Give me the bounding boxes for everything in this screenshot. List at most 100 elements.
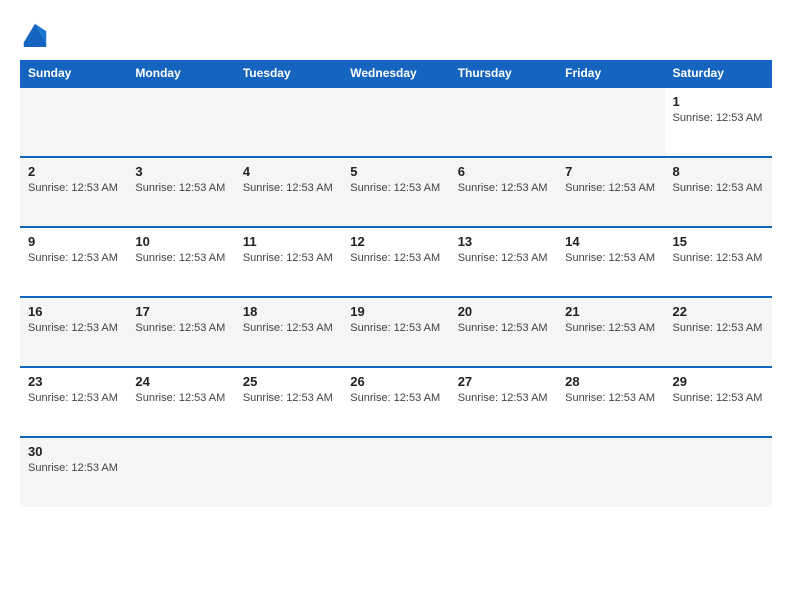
calendar-cell: 1 Sunrise: 12:53 AM (665, 87, 772, 157)
day-number: 7 (565, 164, 656, 179)
day-number: 23 (28, 374, 119, 389)
day-info: Sunrise: 12:53 AM (350, 322, 440, 334)
calendar-cell: 26 Sunrise: 12:53 AM (342, 367, 449, 437)
day-info: Sunrise: 12:53 AM (28, 462, 118, 474)
calendar-cell: 12 Sunrise: 12:53 AM (342, 227, 449, 297)
day-number: 30 (28, 444, 119, 459)
calendar-cell: 14 Sunrise: 12:53 AM (557, 227, 664, 297)
calendar-cell: 25Sunrise: 12:53 AM (235, 367, 342, 437)
day-number: 6 (458, 164, 549, 179)
day-info: Sunrise: 12:53 AM (565, 182, 655, 194)
weekday-header-sunday: Sunday (20, 60, 127, 87)
calendar-cell: 3 Sunrise: 12:53 AM (127, 157, 234, 227)
calendar-cell: 18 Sunrise: 12:53 AM (235, 297, 342, 367)
day-number: 19 (350, 304, 441, 319)
page-header (20, 20, 772, 50)
calendar-cell (665, 437, 772, 507)
day-info: Sunrise: 12:53 AM (565, 322, 655, 334)
weekday-header-monday: Monday (127, 60, 234, 87)
day-info: Sunrise: 12:53 AM (673, 112, 763, 124)
day-number: 14 (565, 234, 656, 249)
day-number: 10 (135, 234, 226, 249)
day-info: Sunrise: 12:53 AM (350, 392, 440, 404)
calendar-cell: 7 Sunrise: 12:53 AM (557, 157, 664, 227)
day-number: 29 (673, 374, 764, 389)
day-info: Sunrise: 12:53 AM (28, 182, 118, 194)
calendar-week-row: 16Sunrise: 12:53 AM17Sunrise: 12:53 AM18… (20, 297, 772, 367)
logo (20, 20, 54, 50)
day-number: 21 (565, 304, 656, 319)
day-info: Sunrise: 12:53 AM (135, 392, 225, 404)
day-info: Sunrise: 12:53 AM (135, 322, 225, 334)
calendar-cell: 16 Sunrise: 12:53 AM (20, 297, 127, 367)
day-info: Sunrise: 12:53 AM (565, 392, 655, 404)
day-info: Sunrise: 12:53 AM (673, 322, 763, 334)
weekday-header-wednesday: Wednesday (342, 60, 449, 87)
calendar-cell: 24 Sunrise: 12:53 AM (127, 367, 234, 437)
calendar-cell (450, 437, 557, 507)
day-info: Sunrise: 12:53 AM (28, 322, 118, 334)
calendar-cell (450, 87, 557, 157)
calendar-cell: 4Sunrise: 12:53 AM (235, 157, 342, 227)
day-info: Sunrise: 12:53 AM (673, 392, 763, 404)
day-number: 8 (673, 164, 764, 179)
day-number: 13 (458, 234, 549, 249)
day-info: Sunrise: 12:53 AM (243, 322, 333, 334)
weekday-header-friday: Friday (557, 60, 664, 87)
day-number: 5 (350, 164, 441, 179)
day-number: 16 (28, 304, 119, 319)
calendar-cell: 17 Sunrise: 12:53 AM (127, 297, 234, 367)
day-number: 12 (350, 234, 441, 249)
calendar-cell (557, 87, 664, 157)
day-number: 20 (458, 304, 549, 319)
day-info: Sunrise: 12:53 AM (350, 252, 440, 264)
day-number: 27 (458, 374, 549, 389)
day-number: 18 (243, 304, 334, 319)
calendar-cell: 8Sunrise: 12:53 AM (665, 157, 772, 227)
day-info: Sunrise: 12:53 AM (350, 182, 440, 194)
day-number: 11 (243, 234, 334, 249)
calendar-cell: 13 Sunrise: 12:53 AM (450, 227, 557, 297)
calendar-cell (235, 437, 342, 507)
calendar-cell (342, 87, 449, 157)
day-info: Sunrise: 12:53 AM (243, 182, 333, 194)
calendar-cell: 29 Sunrise: 12:53 AM (665, 367, 772, 437)
day-number: 1 (673, 94, 764, 109)
calendar-cell (127, 437, 234, 507)
calendar-week-row: 2Sunrise: 12:53 AM3Sunrise: 12:53 AM4Sun… (20, 157, 772, 227)
calendar-cell: 28Sunrise: 12:53 AM (557, 367, 664, 437)
calendar-cell (235, 87, 342, 157)
calendar-cell: 30 Sunrise: 12:53 AM (20, 437, 127, 507)
calendar-cell: 10Sunrise: 12:53 AM (127, 227, 234, 297)
calendar-week-row: 1 Sunrise: 12:53 AM (20, 87, 772, 157)
logo-icon (20, 20, 50, 50)
calendar-cell: 22 Sunrise: 12:53 AM (665, 297, 772, 367)
day-info: Sunrise: 12:53 AM (28, 392, 118, 404)
calendar-week-row: 30 Sunrise: 12:53 AM (20, 437, 772, 507)
calendar-cell: 21 Sunrise: 12:53 AM (557, 297, 664, 367)
day-info: Sunrise: 12:53 AM (243, 252, 333, 264)
day-info: Sunrise: 12:53 AM (565, 252, 655, 264)
calendar-cell: 27 Sunrise: 12:53 AM (450, 367, 557, 437)
day-number: 22 (673, 304, 764, 319)
calendar-week-row: 23 Sunrise: 12:53 AM 24 Sunrise: 12:53 AM 25… (20, 367, 772, 437)
calendar-cell (20, 87, 127, 157)
calendar-cell: 23 Sunrise: 12:53 AM (20, 367, 127, 437)
day-info: Sunrise: 12:53 AM (673, 252, 763, 264)
calendar-cell: 2Sunrise: 12:53 AM (20, 157, 127, 227)
day-number: 17 (135, 304, 226, 319)
weekday-header-saturday: Saturday (665, 60, 772, 87)
calendar-cell: 5 Sunrise: 12:53 AM (342, 157, 449, 227)
day-number: 26 (350, 374, 441, 389)
calendar-cell (557, 437, 664, 507)
day-info: Sunrise: 12:53 AM (458, 252, 548, 264)
day-number: 24 (135, 374, 226, 389)
weekday-header-tuesday: Tuesday (235, 60, 342, 87)
day-info: Sunrise: 12:53 AM (135, 182, 225, 194)
weekday-header-thursday: Thursday (450, 60, 557, 87)
day-info: Sunrise: 12:53 AM (458, 322, 548, 334)
day-info: Sunrise: 12:53 AM (458, 392, 548, 404)
calendar-cell: 20 Sunrise: 12:53 AM (450, 297, 557, 367)
day-number: 3 (135, 164, 226, 179)
calendar-cell: 11 Sunrise: 12:53 AM (235, 227, 342, 297)
